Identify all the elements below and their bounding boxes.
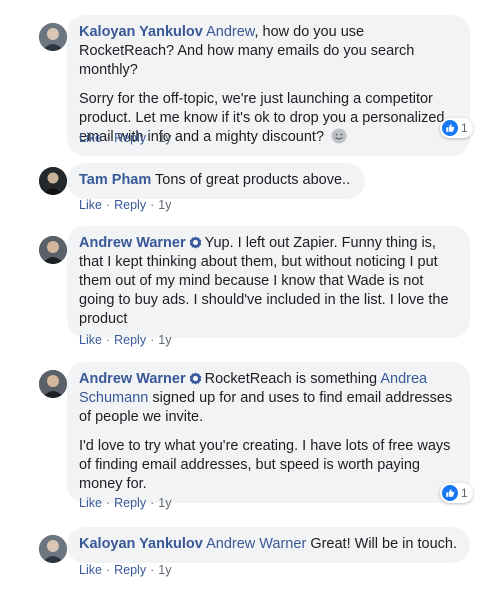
thumbs-up-icon xyxy=(442,120,458,136)
reply-link[interactable]: Reply xyxy=(114,496,146,510)
reply-link[interactable]: Reply xyxy=(114,198,146,212)
like-link[interactable]: Like xyxy=(79,131,102,145)
comment-actions: Like · Reply · 1y xyxy=(79,562,171,578)
thumbs-up-icon xyxy=(442,485,458,501)
comment-author[interactable]: Andrew Warner xyxy=(79,371,186,387)
timestamp[interactable]: 1y xyxy=(158,333,171,347)
like-link[interactable]: Like xyxy=(79,333,102,347)
separator: · xyxy=(105,563,111,577)
comment-text: Great! Will be in touch. xyxy=(310,536,457,552)
timestamp[interactable]: 1y xyxy=(158,563,171,577)
reply-link[interactable]: Reply xyxy=(114,131,146,145)
comment-bubble: Kaloyan Yankulov Andrew Warner Great! Wi… xyxy=(67,527,470,563)
comment-author[interactable]: Kaloyan Yankulov xyxy=(79,24,203,40)
mention-link[interactable]: Andrew Warner xyxy=(206,536,306,552)
separator: · xyxy=(150,131,155,145)
comment-actions: Like · Reply · 1y xyxy=(79,130,171,146)
comment-bubble: Andrew Warner RocketReach is something An… xyxy=(67,362,470,503)
comment-actions: Like · Reply · 1y xyxy=(79,197,171,213)
timestamp[interactable]: 1y xyxy=(158,496,171,510)
timestamp[interactable]: 1y xyxy=(158,198,171,212)
comment-actions: Like · Reply · 1y xyxy=(79,332,171,348)
verified-badge-icon xyxy=(189,236,201,249)
reaction-count-label: 1 xyxy=(461,486,468,500)
verified-badge-icon xyxy=(189,372,201,385)
reply-link[interactable]: Reply xyxy=(114,563,146,577)
reaction-count[interactable]: 1 xyxy=(440,483,473,503)
reply-link[interactable]: Reply xyxy=(114,333,146,347)
smiley-emoji-icon xyxy=(331,128,347,144)
separator: · xyxy=(105,333,111,347)
comment-author[interactable]: Tam Pham xyxy=(79,172,151,188)
comment-text: Tons of great products above.. xyxy=(155,172,351,188)
reaction-count[interactable]: 1 xyxy=(440,118,473,138)
timestamp[interactable]: 1y xyxy=(158,131,171,145)
like-link[interactable]: Like xyxy=(79,198,102,212)
comment-author[interactable]: Andrew Warner xyxy=(79,235,186,251)
separator: · xyxy=(105,496,111,510)
comment-text: RocketReach is something xyxy=(204,371,378,387)
avatar[interactable] xyxy=(39,23,67,51)
avatar[interactable] xyxy=(39,370,67,398)
like-link[interactable]: Like xyxy=(79,496,102,510)
like-link[interactable]: Like xyxy=(79,563,102,577)
comment-bubble: Tam Pham Tons of great products above.. xyxy=(67,163,365,199)
separator: · xyxy=(150,333,155,347)
separator: · xyxy=(150,563,155,577)
comment-text: I'd love to try what you're creating. I … xyxy=(79,438,451,492)
comment-author[interactable]: Kaloyan Yankulov xyxy=(79,536,203,552)
comment-actions: Like · Reply · 1y xyxy=(79,495,171,511)
avatar[interactable] xyxy=(39,535,67,563)
reaction-count-label: 1 xyxy=(461,121,468,135)
separator: · xyxy=(105,198,111,212)
separator: · xyxy=(105,131,111,145)
comment-bubble: Andrew Warner Yup. I left out Zapier. Fun… xyxy=(67,226,470,338)
separator: · xyxy=(150,496,155,510)
avatar[interactable] xyxy=(39,236,67,264)
mention-link[interactable]: Andrew xyxy=(206,24,254,40)
avatar[interactable] xyxy=(39,167,67,195)
separator: · xyxy=(150,198,155,212)
